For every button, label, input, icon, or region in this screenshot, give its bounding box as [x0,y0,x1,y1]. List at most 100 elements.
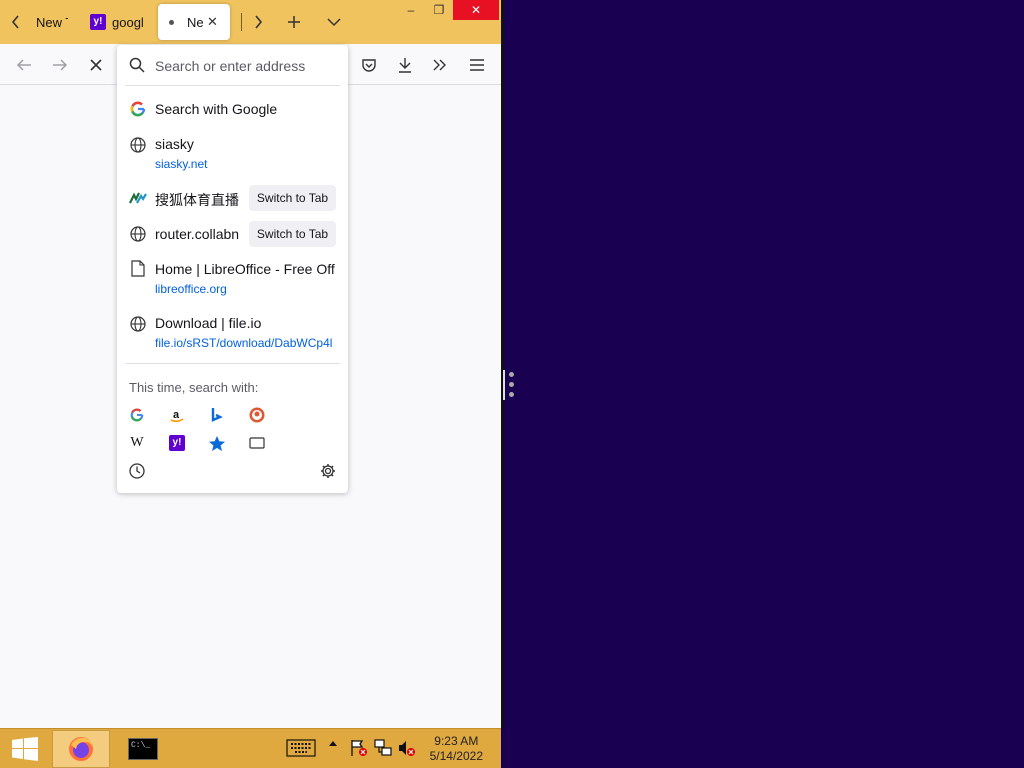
hamburger-icon [470,59,484,71]
history-icon[interactable] [127,461,147,481]
gear-icon [321,464,335,478]
forward-button[interactable] [47,52,73,78]
volume-muted-icon [399,741,415,756]
flag-icon [351,740,367,756]
grip-dot [509,392,514,397]
tabs-icon[interactable] [247,433,267,453]
clock-date: 5/14/2022 [429,749,483,763]
downloads-button[interactable] [392,52,418,78]
result-siasky[interactable]: siasky siasky.net [117,134,348,174]
new-tab-button[interactable] [282,8,306,36]
yahoo-icon: y! [90,14,106,30]
tab-active[interactable]: Ne ✕ [158,4,230,40]
page-icon [129,260,146,277]
cmd-icon: C:\_ [128,738,158,760]
firefox-window: New T y! googl Ne ✕ – ❐ ✕ [0,0,501,728]
search-with-label: This time, search with: [129,380,259,395]
double-chevron-icon [433,59,446,71]
list-all-tabs-button[interactable] [322,8,346,36]
more-tools-button[interactable] [427,52,453,78]
firefox-icon [69,737,93,761]
tab-google[interactable]: y! googl [84,4,148,40]
windows-logo-icon [12,737,38,761]
result-fileio[interactable]: Download | file.io file.io/sRST/download… [117,313,348,353]
switch-to-tab-button[interactable]: Switch to Tab [249,221,336,247]
globe-icon [129,315,146,332]
result-title: Home | LibreOffice - Free Offi [155,261,335,277]
google-icon[interactable] [127,405,147,425]
clock[interactable]: 9:23 AM 5/14/2022 [430,734,483,764]
show-hidden-icons-button[interactable] [328,739,338,747]
urlbar [117,45,348,85]
plus-icon [288,16,300,28]
bookmarks-icon[interactable] [207,433,227,453]
scroll-tabs-left-button[interactable] [4,8,28,36]
result-libreoffice[interactable]: Home | LibreOffice - Free Offi libreoffi… [117,259,348,299]
chevron-up-icon [329,741,337,746]
pocket-button[interactable] [356,52,382,78]
result-url: siasky.net [155,157,208,171]
touch-keyboard-button[interactable] [286,739,316,757]
stop-button[interactable] [83,52,109,78]
url-input[interactable] [155,56,340,76]
tab-title: googl [112,14,144,30]
taskbar-cmd[interactable]: C:\_ [114,730,172,768]
result-sohu[interactable]: 搜狐体育直播 Switch to Tab [117,183,348,213]
tab-new-tab[interactable]: New T [28,4,68,40]
clock-time: 9:23 AM [434,734,479,748]
minimize-button[interactable]: – [398,0,424,20]
taskbar-firefox[interactable] [52,730,110,768]
amazon-icon[interactable]: a [167,405,187,425]
split-divider [501,0,504,728]
tab-title: New T [36,14,68,30]
close-tab-icon[interactable]: ✕ [207,14,218,30]
loading-icon [169,19,174,25]
grip-dot [509,372,514,377]
back-button[interactable] [11,52,37,78]
duckduckgo-icon[interactable] [247,405,267,425]
result-url: libreoffice.org [155,282,227,296]
close-icon: ✕ [470,3,482,17]
taskbar: C:\_ 9:23 AM 5/14/2022 [0,728,501,768]
close-window-button[interactable]: ✕ [453,0,499,20]
tab-title: Ne [187,14,203,30]
search-settings-button[interactable] [318,461,338,481]
yahoo-icon[interactable]: y! [167,433,187,453]
svg-text:a: a [173,409,180,421]
divider [125,85,340,86]
stop-x-icon [90,59,102,71]
grip-dot [509,382,514,387]
action-center-flag[interactable] [350,739,368,757]
search-icon [129,57,145,73]
restore-icon: ❐ [433,3,445,17]
google-icon [129,100,146,117]
volume-button[interactable] [398,739,416,757]
minimize-icon: – [407,3,415,17]
result-search-google[interactable]: Search with Google [117,97,348,123]
wikipedia-icon[interactable]: W [127,433,147,453]
result-url: file.io/sRST/download/DabWCp4l [155,336,333,350]
chevron-down-icon [327,18,341,27]
restore-button[interactable]: ❐ [426,0,452,20]
scroll-tabs-right-button[interactable] [246,8,270,36]
download-icon [399,58,411,73]
network-icon [374,739,392,756]
tab-strip: New T y! googl Ne ✕ – ❐ ✕ [0,0,501,44]
result-title: 搜狐体育直播 [155,192,239,208]
menu-button[interactable] [464,52,490,78]
divider [125,363,340,364]
sohu-icon [129,189,147,206]
result-title: Search with Google [155,101,278,117]
chevron-left-icon [11,15,19,29]
start-button[interactable] [4,730,46,768]
split-grip-handle[interactable] [504,370,518,400]
tab-separator [241,13,242,31]
bing-icon[interactable] [207,405,227,425]
result-router[interactable]: router.collabn Switch to Tab [117,219,348,249]
network-button[interactable] [374,739,392,757]
pocket-icon [362,59,376,72]
switch-to-tab-button[interactable]: Switch to Tab [249,185,336,211]
cmd-icon-text: C:\_ [131,741,151,750]
chevron-right-icon [255,15,263,29]
urlbar-dropdown: Search with Google siasky siasky.net 搜狐体… [117,45,348,493]
